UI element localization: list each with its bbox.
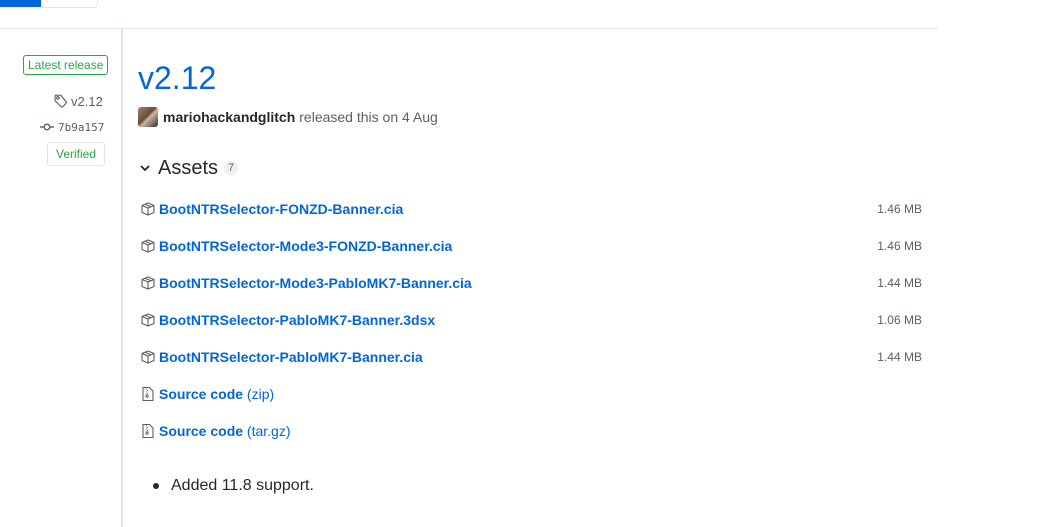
author-link[interactable]: mariohackandglitch	[163, 109, 295, 125]
assets-title: Assets	[158, 156, 219, 179]
release-notes: Added 11.8 support.	[153, 475, 314, 497]
asset-size: 1.44 MB	[877, 276, 922, 290]
asset-row: BootNTRSelector-Mode3-FONZD-Banner.cia 1…	[140, 236, 922, 256]
package-icon	[141, 350, 155, 364]
release-title[interactable]: v2.12	[138, 58, 216, 98]
source-code-row: Source code (zip)	[140, 384, 922, 404]
tab-tags[interactable]	[41, 0, 98, 8]
release-tag-label: v2.12	[71, 93, 103, 109]
source-code-row: Source code (tar.gz)	[140, 421, 922, 441]
tab-releases-active[interactable]	[0, 0, 41, 7]
asset-size: 1.06 MB	[877, 313, 922, 327]
package-icon	[141, 239, 155, 253]
package-icon	[141, 202, 155, 216]
file-zip-icon	[142, 423, 154, 439]
asset-row: BootNTRSelector-FONZD-Banner.cia 1.46 MB	[140, 199, 922, 219]
asset-download-link[interactable]: BootNTRSelector-PabloMK7-Banner.3dsx	[159, 312, 435, 328]
tag-icon	[54, 94, 68, 108]
latest-release-badge: Latest release	[23, 55, 109, 75]
assets-toggle[interactable]: Assets 7	[140, 155, 239, 181]
release-note-item: Added 11.8 support.	[153, 475, 314, 497]
asset-download-link[interactable]: BootNTRSelector-FONZD-Banner.cia	[159, 201, 403, 217]
assets-count-badge: 7	[224, 161, 239, 175]
header-divider	[0, 28, 938, 29]
asset-size: 1.46 MB	[877, 239, 922, 253]
release-commit-link[interactable]: 7b9a157	[40, 120, 104, 134]
source-code-format: (zip)	[246, 386, 275, 402]
timeline-divider	[121, 29, 123, 527]
package-icon	[141, 313, 155, 327]
file-zip-icon	[142, 386, 154, 402]
chevron-down-icon	[140, 165, 150, 172]
git-commit-icon	[40, 123, 54, 131]
package-icon	[141, 276, 155, 290]
source-code-zip-link[interactable]: Source code (zip)	[159, 386, 274, 402]
source-code-label: Source code	[159, 423, 244, 439]
asset-download-link[interactable]: BootNTRSelector-PabloMK7-Banner.cia	[159, 349, 423, 365]
asset-size: 1.44 MB	[877, 350, 922, 364]
asset-download-link[interactable]: BootNTRSelector-Mode3-PabloMK7-Banner.ci…	[159, 275, 472, 291]
released-text: released this on 4 Aug	[299, 109, 438, 125]
release-byline: mariohackandglitch released this on 4 Au…	[138, 106, 438, 128]
verified-badge[interactable]: Verified	[47, 142, 106, 166]
source-code-targz-link[interactable]: Source code (tar.gz)	[159, 423, 291, 439]
commit-sha: 7b9a157	[58, 120, 105, 134]
source-code-label: Source code	[159, 386, 244, 402]
avatar[interactable]	[138, 107, 158, 127]
release-tag-link[interactable]: v2.12	[54, 93, 103, 109]
asset-size: 1.46 MB	[877, 202, 922, 216]
asset-download-link[interactable]: BootNTRSelector-Mode3-FONZD-Banner.cia	[159, 238, 452, 254]
asset-row: BootNTRSelector-PabloMK7-Banner.cia 1.44…	[140, 347, 922, 367]
asset-row: BootNTRSelector-PabloMK7-Banner.3dsx 1.0…	[140, 310, 922, 330]
asset-row: BootNTRSelector-Mode3-PabloMK7-Banner.ci…	[140, 273, 922, 293]
source-code-format: (tar.gz)	[246, 423, 291, 439]
